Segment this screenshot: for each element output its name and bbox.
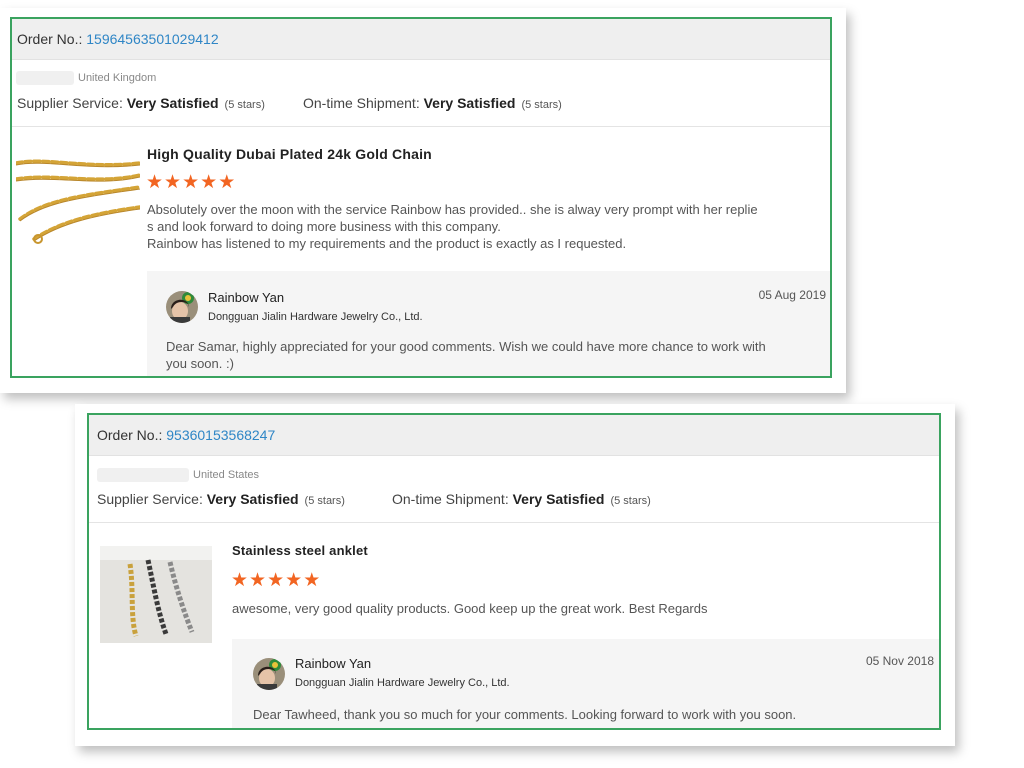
reply-date: 05 Nov 2018 xyxy=(865,654,934,668)
star-icon: ★ xyxy=(303,570,322,591)
reply-author-name: Rainbow Yan xyxy=(295,656,372,671)
shipment-rating: On-time Shipment: Very Satisfied (5 stars… xyxy=(392,491,651,507)
supplier-service-rating: Supplier Service: Very Satisfied (5 stars… xyxy=(97,491,345,507)
avatar xyxy=(253,658,285,690)
anklet-image xyxy=(100,546,212,643)
star-icon: ★ xyxy=(200,172,219,193)
order-number-link[interactable]: 15964563501029412 xyxy=(86,31,218,47)
country-text: United Kingdom xyxy=(78,71,157,84)
star-rating: ★★★★★ xyxy=(231,569,321,592)
order-bar: Order No.: 95360153568247 xyxy=(89,415,939,456)
star-icon: ★ xyxy=(182,172,201,193)
order-label: Order No.: xyxy=(97,427,167,443)
buyer-country: United States xyxy=(97,468,259,482)
reply-text: Dear Samar, highly appreciated for your … xyxy=(166,339,766,371)
order-label: Order No.: xyxy=(17,31,87,47)
review-card-2: Order No.: 95360153568247 United States … xyxy=(87,413,941,730)
buyer-name-redacted xyxy=(97,468,189,482)
reply-author-name: Rainbow Yan xyxy=(208,290,285,305)
avatar xyxy=(166,291,198,323)
country-text: United States xyxy=(193,468,260,481)
order-number-link[interactable]: 95360153568247 xyxy=(166,427,275,443)
product-title[interactable]: High Quality Dubai Plated 24k Gold Chain xyxy=(147,146,432,162)
star-icon: ★ xyxy=(218,172,237,193)
divider xyxy=(89,522,939,523)
seller-reply: Rainbow Yan Dongguan Jialin Hardware Jew… xyxy=(232,639,939,728)
shipment-rating: On-time Shipment: Very Satisfied (5 stars… xyxy=(303,95,562,111)
supplier-service-rating: Supplier Service: Very Satisfied (5 stars… xyxy=(17,95,265,111)
gold-chain-image xyxy=(16,149,140,247)
reply-company: Dongguan Jialin Hardware Jewelry Co., Lt… xyxy=(208,311,423,323)
product-image-anklet[interactable] xyxy=(100,546,212,643)
star-icon: ★ xyxy=(164,172,183,193)
star-icon: ★ xyxy=(249,570,268,591)
reply-company: Dongguan Jialin Hardware Jewelry Co., Lt… xyxy=(295,677,510,689)
star-icon: ★ xyxy=(231,570,250,591)
divider xyxy=(12,126,830,127)
star-icon: ★ xyxy=(267,570,286,591)
review-card-1: Order No.: 15964563501029412 United King… xyxy=(10,17,832,378)
review-text: awesome, very good quality products. Goo… xyxy=(232,601,708,616)
reply-text: Dear Tawheed, thank you so much for your… xyxy=(253,707,797,722)
product-image-gold-chain[interactable] xyxy=(16,149,140,247)
reply-date: 05 Aug 2019 xyxy=(758,288,826,302)
order-bar: Order No.: 15964563501029412 xyxy=(12,19,830,60)
buyer-name-redacted xyxy=(16,71,74,85)
seller-reply: Rainbow Yan Dongguan Jialin Hardware Jew… xyxy=(147,271,830,376)
star-icon: ★ xyxy=(146,172,165,193)
star-icon: ★ xyxy=(285,570,304,591)
buyer-country: United Kingdom xyxy=(16,71,156,85)
review-text: Absolutely over the moon with the servic… xyxy=(147,202,758,251)
product-title[interactable]: Stainless steel anklet xyxy=(232,543,368,558)
star-rating: ★★★★★ xyxy=(146,171,236,194)
